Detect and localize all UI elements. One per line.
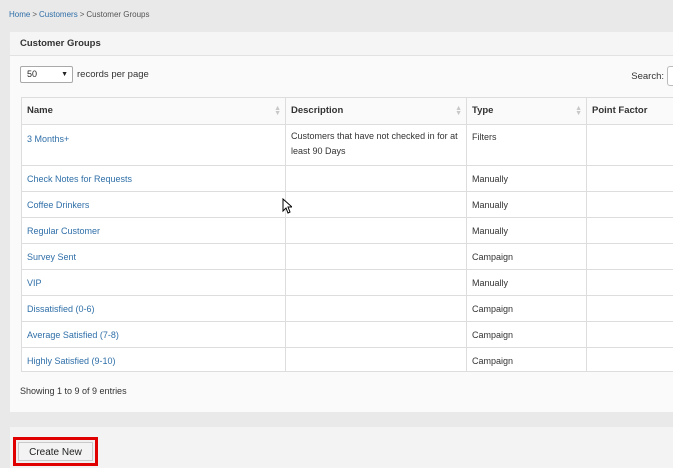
column-header-name[interactable]: Name ▲ ▼ bbox=[21, 97, 286, 125]
group-point-factor bbox=[586, 347, 673, 372]
group-description bbox=[285, 191, 467, 218]
breadcrumb: Home > Customers > Customer Groups bbox=[9, 10, 150, 19]
group-description bbox=[285, 295, 467, 322]
group-name-link[interactable]: Highly Satisfied (9-10) bbox=[27, 356, 116, 366]
sort-icon: ▲ ▼ bbox=[575, 105, 582, 117]
table-info: Showing 1 to 9 of 9 entries bbox=[20, 386, 127, 396]
column-header-type[interactable]: Type ▲ ▼ bbox=[466, 97, 587, 125]
group-description bbox=[285, 165, 467, 192]
group-type: Manually bbox=[466, 217, 587, 244]
breadcrumb-separator: > bbox=[32, 10, 38, 19]
search-input[interactable] bbox=[667, 66, 673, 86]
column-header-point-factor[interactable]: Point Factor bbox=[586, 97, 673, 125]
group-point-factor bbox=[586, 165, 673, 192]
group-type: Manually bbox=[466, 191, 587, 218]
group-type: Manually bbox=[466, 269, 587, 296]
group-name-link[interactable]: Coffee Drinkers bbox=[27, 200, 89, 210]
group-type: Campaign bbox=[466, 295, 587, 322]
mouse-cursor-icon bbox=[282, 198, 292, 214]
group-name-link[interactable]: Dissatisfied (0-6) bbox=[27, 304, 95, 314]
table-row: Dissatisfied (0-6) Campaign bbox=[21, 295, 673, 322]
group-point-factor bbox=[586, 217, 673, 244]
group-name-link[interactable]: Average Satisfied (7-8) bbox=[27, 330, 119, 340]
create-new-button[interactable]: Create New bbox=[18, 442, 93, 461]
group-description bbox=[285, 321, 467, 348]
table-row: 3 Months+ Customers that have not checke… bbox=[21, 124, 673, 166]
group-type: Campaign bbox=[466, 243, 587, 270]
page-length-select[interactable]: 50 ▼ bbox=[20, 66, 73, 83]
panel-title: Customer Groups bbox=[10, 32, 673, 56]
customer-groups-table: Name ▲ ▼ Description ▲ ▼ Type ▲ ▼ Point Factor… bbox=[21, 97, 673, 372]
breadcrumb-customers-link[interactable]: Customers bbox=[39, 10, 78, 19]
table-container: Name ▲ ▼ Description ▲ ▼ Type ▲ ▼ Point Factor… bbox=[21, 97, 673, 372]
group-type: Campaign bbox=[466, 321, 587, 348]
group-type: Manually bbox=[466, 165, 587, 192]
table-row: Check Notes for Requests Manually bbox=[21, 165, 673, 192]
group-type: Campaign bbox=[466, 347, 587, 372]
table-row: Highly Satisfied (9-10) Campaign bbox=[21, 347, 673, 372]
group-point-factor bbox=[586, 321, 673, 348]
page-length-label: records per page bbox=[77, 69, 149, 80]
page-length-value: 50 bbox=[27, 69, 38, 79]
group-name-link[interactable]: Regular Customer bbox=[27, 226, 100, 236]
group-description: Customers that have not checked in for a… bbox=[285, 124, 467, 166]
group-name-link[interactable]: Check Notes for Requests bbox=[27, 174, 132, 184]
group-point-factor bbox=[586, 124, 673, 166]
table-row: Regular Customer Manually bbox=[21, 217, 673, 244]
group-description bbox=[285, 347, 467, 372]
breadcrumb-separator: > bbox=[79, 10, 85, 19]
table-row: Survey Sent Campaign bbox=[21, 243, 673, 270]
group-name-link[interactable]: Survey Sent bbox=[27, 252, 76, 262]
group-point-factor bbox=[586, 243, 673, 270]
column-header-description[interactable]: Description ▲ ▼ bbox=[285, 97, 467, 125]
search-label: Search: bbox=[631, 71, 664, 82]
chevron-down-icon: ▼ bbox=[61, 71, 68, 78]
sort-icon: ▲ ▼ bbox=[455, 105, 462, 117]
table-row: Average Satisfied (7-8) Campaign bbox=[21, 321, 673, 348]
group-point-factor bbox=[586, 295, 673, 322]
table-row: Coffee Drinkers Manually bbox=[21, 191, 673, 218]
group-name-link[interactable]: 3 Months+ bbox=[27, 134, 69, 144]
breadcrumb-home-link[interactable]: Home bbox=[9, 10, 30, 19]
table-controls: 50 ▼ records per page Search: bbox=[10, 56, 673, 98]
sort-icon: ▲ ▼ bbox=[274, 105, 281, 117]
actions-panel bbox=[10, 427, 673, 468]
group-name-link[interactable]: VIP bbox=[27, 278, 42, 288]
table-header-row: Name ▲ ▼ Description ▲ ▼ Type ▲ ▼ Point Factor bbox=[21, 97, 673, 125]
table-row: VIP Manually bbox=[21, 269, 673, 296]
breadcrumb-current: Customer Groups bbox=[86, 10, 150, 19]
create-new-highlight: Create New bbox=[13, 437, 98, 466]
group-point-factor bbox=[586, 269, 673, 296]
group-point-factor bbox=[586, 191, 673, 218]
group-type: Filters bbox=[466, 124, 587, 166]
group-description bbox=[285, 269, 467, 296]
group-description bbox=[285, 217, 467, 244]
customer-groups-panel: Customer Groups 50 ▼ records per page Se… bbox=[10, 32, 673, 412]
group-description bbox=[285, 243, 467, 270]
